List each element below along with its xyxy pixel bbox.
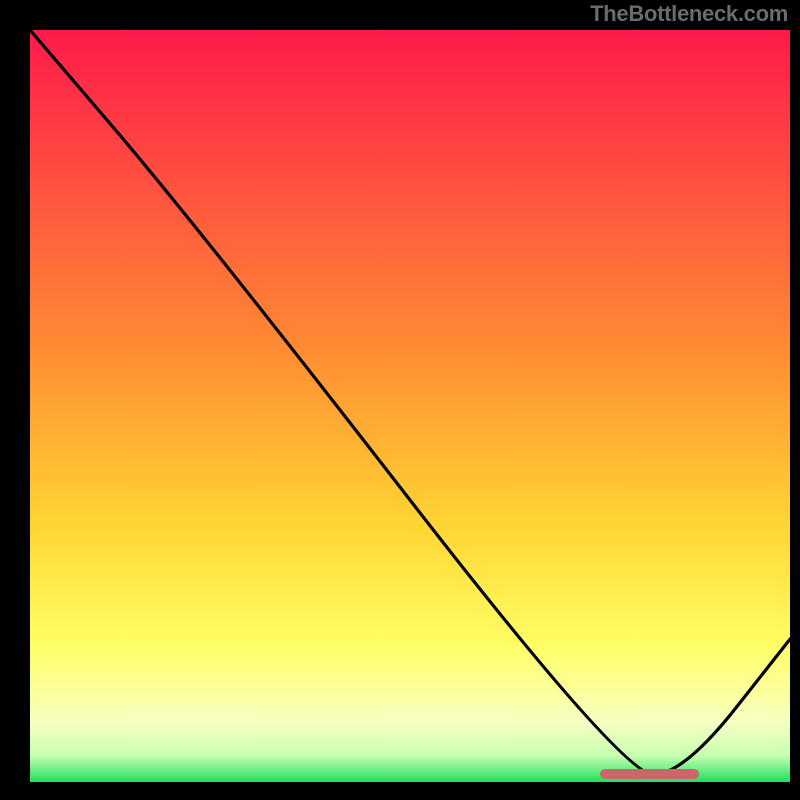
optimal-range-marker	[600, 769, 699, 779]
chart-frame: TheBottleneck.com	[0, 0, 800, 800]
attribution-label: TheBottleneck.com	[590, 1, 788, 27]
plot-area	[30, 30, 790, 782]
bottleneck-curve	[30, 30, 790, 782]
